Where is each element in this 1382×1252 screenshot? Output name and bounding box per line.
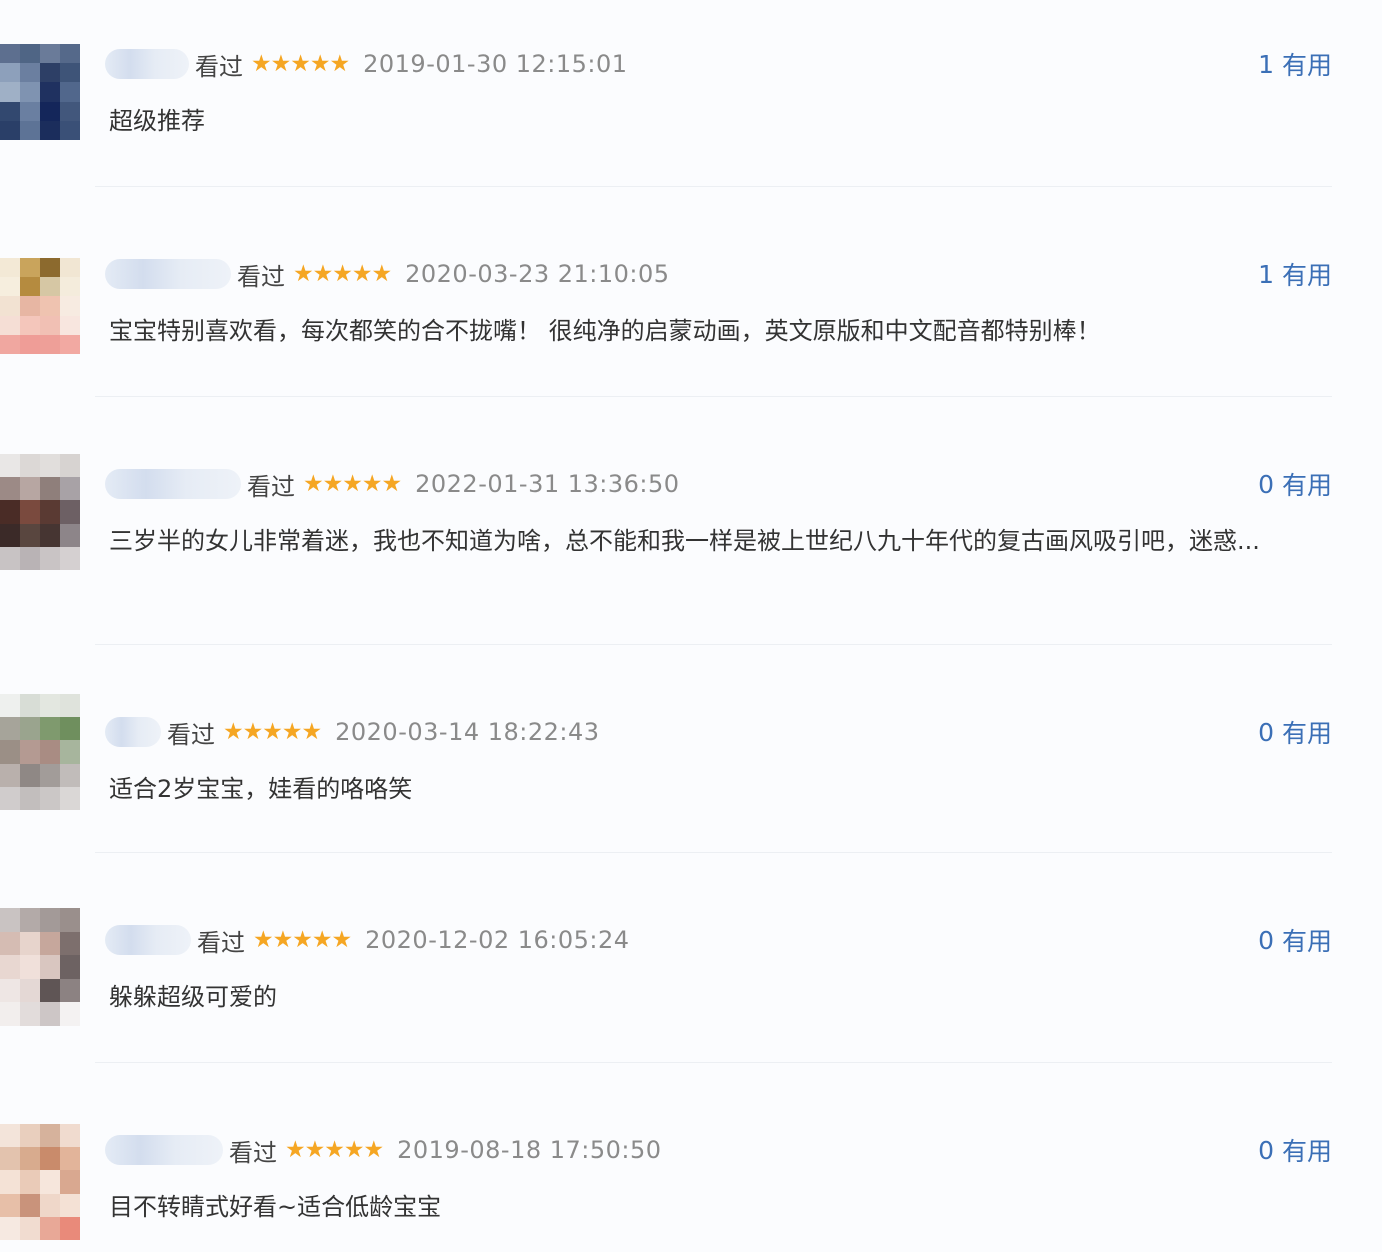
review-meta: 看过 ★ ★ ★ ★ ★ 2022-01-31 13:36:50 — [105, 464, 680, 504]
star-icon: ★ — [363, 1136, 385, 1163]
star-icon: ★ — [332, 260, 353, 287]
useful-count: 0 — [1258, 925, 1274, 955]
rating-stars: ★ ★ ★ ★ ★ — [293, 260, 393, 287]
username-blurred[interactable] — [105, 469, 241, 499]
star-icon: ★ — [322, 470, 344, 497]
review-time: 2020-03-14 18:22:43 — [335, 718, 600, 746]
watched-label: 看过 — [197, 928, 245, 957]
star-icon: ★ — [309, 50, 331, 77]
star-icon: ★ — [381, 470, 403, 497]
useful-label: 有用 — [1281, 471, 1332, 500]
review-content: 目不转睛式好看~适合低龄宝宝 — [109, 1193, 442, 1221]
review-meta: 看过 ★ ★ ★ ★ ★ 2019-08-18 17:50:50 — [105, 1130, 662, 1170]
review-content: 躲躲超级可爱的 — [109, 983, 277, 1011]
star-icon: ★ — [329, 50, 351, 77]
useful-button[interactable]: 0 有用 — [1258, 920, 1332, 960]
avatar[interactable] — [0, 258, 80, 354]
review-time: 2020-12-02 16:05:24 — [365, 926, 630, 954]
star-icon: ★ — [281, 718, 303, 745]
star-icon: ★ — [292, 926, 313, 953]
useful-button[interactable]: 1 有用 — [1258, 44, 1332, 84]
useful-count: 0 — [1258, 469, 1274, 499]
star-icon: ★ — [251, 50, 272, 77]
divider — [95, 396, 1332, 397]
star-icon: ★ — [242, 718, 264, 745]
review-meta: 看过 ★ ★ ★ ★ ★ 2020-03-14 18:22:43 — [105, 712, 600, 752]
review-meta: 看过 ★ ★ ★ ★ ★ 2020-12-02 16:05:24 — [105, 920, 630, 960]
divider — [95, 186, 1332, 187]
rating-stars: ★ ★ ★ ★ ★ — [285, 1136, 385, 1163]
review-meta: 看过 ★ ★ ★ ★ ★ 2020-03-23 21:10:05 — [105, 254, 670, 294]
divider — [95, 852, 1332, 853]
review-time: 2019-08-18 17:50:50 — [397, 1136, 662, 1164]
username-blurred[interactable] — [105, 259, 231, 289]
star-icon: ★ — [290, 50, 311, 77]
star-icon: ★ — [303, 470, 324, 497]
rating-stars: ★ ★ ★ ★ ★ — [253, 926, 353, 953]
star-icon: ★ — [304, 1136, 326, 1163]
star-icon: ★ — [311, 926, 333, 953]
watched-label: 看过 — [237, 262, 285, 291]
star-icon: ★ — [253, 926, 274, 953]
useful-button[interactable]: 1 有用 — [1258, 254, 1332, 294]
review-time: 2022-01-31 13:36:50 — [415, 470, 680, 498]
avatar[interactable] — [0, 44, 80, 140]
star-icon: ★ — [361, 470, 383, 497]
avatar[interactable] — [0, 1124, 80, 1240]
useful-label: 有用 — [1281, 51, 1332, 80]
avatar[interactable] — [0, 908, 80, 1026]
star-icon: ★ — [312, 260, 334, 287]
review-content: 宝宝特别喜欢看，每次都笑的合不拢嘴！ 很纯净的启蒙动画，英文原版和中文配音都特别… — [109, 317, 1101, 345]
star-icon: ★ — [262, 718, 283, 745]
useful-label: 有用 — [1281, 719, 1332, 748]
useful-button[interactable]: 0 有用 — [1258, 464, 1332, 504]
useful-count: 0 — [1258, 1135, 1274, 1165]
username-blurred[interactable] — [105, 717, 161, 747]
review-list: 看过 ★ ★ ★ ★ ★ 2019-01-30 12:15:01 1 有用 超级推荐 看… — [0, 0, 1382, 1252]
star-icon: ★ — [293, 260, 314, 287]
avatar[interactable] — [0, 454, 80, 570]
star-icon: ★ — [331, 926, 353, 953]
watched-label: 看过 — [229, 1138, 277, 1167]
star-icon: ★ — [371, 260, 393, 287]
star-icon: ★ — [285, 1136, 306, 1163]
useful-count: 1 — [1258, 49, 1274, 79]
useful-button[interactable]: 0 有用 — [1258, 712, 1332, 752]
star-icon: ★ — [343, 1136, 365, 1163]
review-content: 适合2岁宝宝，娃看的咯咯笑 — [109, 775, 413, 803]
star-icon: ★ — [351, 260, 373, 287]
useful-button[interactable]: 0 有用 — [1258, 1130, 1332, 1170]
useful-label: 有用 — [1281, 1137, 1332, 1166]
rating-stars: ★ ★ ★ ★ ★ — [251, 50, 351, 77]
star-icon: ★ — [324, 1136, 345, 1163]
star-icon: ★ — [301, 718, 323, 745]
useful-count: 1 — [1258, 259, 1274, 289]
star-icon: ★ — [270, 50, 292, 77]
review-content: 三岁半的女儿非常着迷，我也不知道为啥，总不能和我一样是被上世纪八九十年代的复古画… — [109, 527, 1260, 555]
star-icon: ★ — [223, 718, 244, 745]
review-content: 超级推荐 — [109, 107, 205, 135]
watched-label: 看过 — [195, 52, 243, 81]
rating-stars: ★ ★ ★ ★ ★ — [223, 718, 323, 745]
watched-label: 看过 — [167, 720, 215, 749]
divider — [95, 1062, 1332, 1063]
username-blurred[interactable] — [105, 925, 191, 955]
useful-label: 有用 — [1281, 927, 1332, 956]
rating-stars: ★ ★ ★ ★ ★ — [303, 470, 403, 497]
avatar[interactable] — [0, 694, 80, 810]
star-icon: ★ — [272, 926, 294, 953]
star-icon: ★ — [342, 470, 363, 497]
watched-label: 看过 — [247, 472, 295, 501]
useful-count: 0 — [1258, 717, 1274, 747]
divider — [95, 644, 1332, 645]
useful-label: 有用 — [1281, 261, 1332, 290]
username-blurred[interactable] — [105, 49, 189, 79]
review-meta: 看过 ★ ★ ★ ★ ★ 2019-01-30 12:15:01 — [105, 44, 628, 84]
review-time: 2019-01-30 12:15:01 — [363, 50, 628, 78]
username-blurred[interactable] — [105, 1135, 223, 1165]
review-time: 2020-03-23 21:10:05 — [405, 260, 670, 288]
